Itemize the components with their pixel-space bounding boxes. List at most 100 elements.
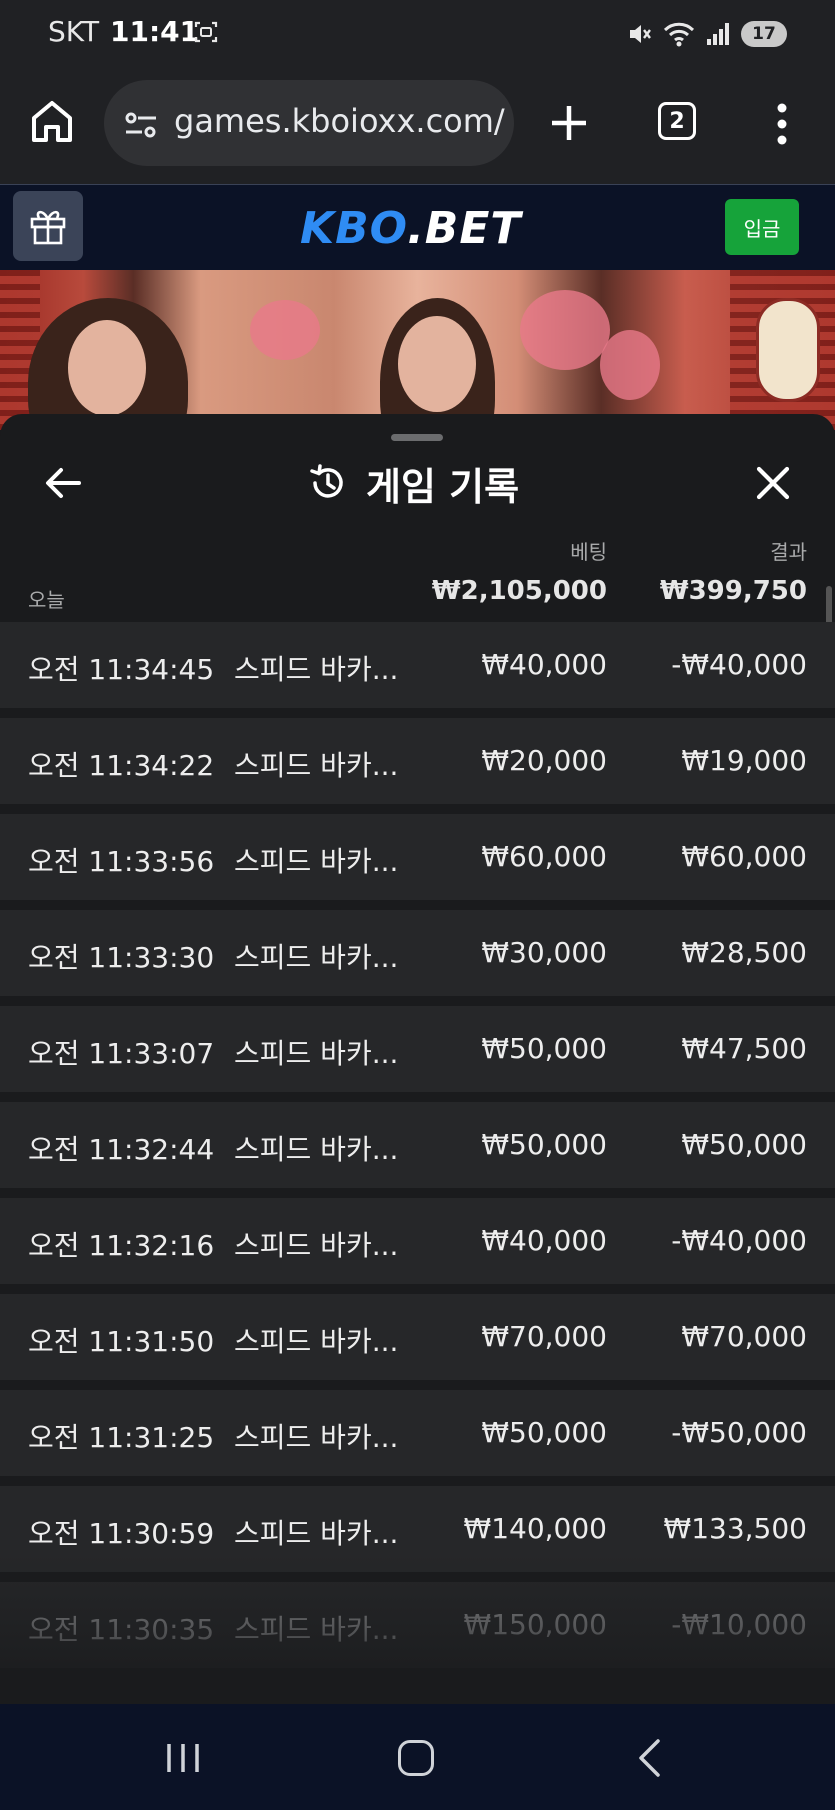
row-bet: ₩70,000 [481,1320,607,1353]
row-result: ₩133,500 [663,1512,807,1545]
history-list: 오전 11:34:45 스피드 바카... ₩40,000 -₩40,000 오… [0,622,835,1678]
history-row[interactable]: 오전 11:32:44 스피드 바카... ₩50,000 ₩50,000 [0,1102,835,1188]
tab-switcher-button[interactable]: 2 [658,102,696,140]
row-time: 오전 11:30:59 [28,1517,215,1550]
row-result: ₩60,000 [681,840,807,873]
screenshot-icon [194,21,218,43]
row-bet: ₩20,000 [481,744,607,777]
site-header: KBO.BET 입금 [0,184,835,271]
decor-blossom [520,290,610,370]
game-history-sheet: 게임 기록 베팅 결과 오늘 ₩2,105,000 ₩399,750 오전 11… [0,414,835,1704]
logo-kbo: KBO [300,203,408,254]
row-time: 오전 11:33:30 [28,941,215,974]
row-result: ₩50,000 [681,1128,807,1161]
row-game: 스피드 바카... [234,1037,399,1070]
mute-icon [630,25,651,43]
decor-lantern [756,298,820,402]
history-row[interactable]: 오전 11:32:16 스피드 바카... ₩40,000 -₩40,000 [0,1198,835,1284]
status-bar: SKT 11:41 17 [0,0,835,70]
back-icon[interactable] [636,1738,662,1778]
history-row[interactable]: 오전 11:30:35 스피드 바카... ₩150,000 -₩10,000 [0,1582,835,1668]
today-label: 오늘 [28,588,65,612]
row-result: -₩10,000 [671,1608,807,1641]
history-row[interactable]: 오전 11:33:56 스피드 바카... ₩60,000 ₩60,000 [0,814,835,900]
result-column-label: 결과 [770,540,807,564]
row-time: 오전 11:33:56 [28,845,215,878]
sheet-title: 게임 기록 [308,458,520,509]
tune-icon[interactable] [124,110,158,140]
live-video [0,270,835,430]
dealer-right-face [398,316,476,412]
total-bet: ₩2,105,000 [431,576,607,606]
row-bet: ₩40,000 [481,648,607,681]
row-game: 스피드 바카... [234,1517,399,1550]
deposit-button[interactable]: 입금 [725,199,799,255]
row-bet: ₩150,000 [463,1608,607,1641]
row-game: 스피드 바카... [234,653,399,686]
row-game: 스피드 바카... [234,1421,399,1454]
row-bet: ₩60,000 [481,840,607,873]
history-row[interactable]: 오전 11:34:45 스피드 바카... ₩40,000 -₩40,000 [0,622,835,708]
row-game: 스피드 바카... [234,1229,399,1262]
row-game: 스피드 바카... [234,845,399,878]
signal-icon [707,23,729,45]
gift-icon [30,210,66,245]
row-result: ₩28,500 [681,936,807,969]
history-row[interactable]: 오전 11:34:22 스피드 바카... ₩20,000 ₩19,000 [0,718,835,804]
more-vert-icon[interactable] [772,100,792,148]
row-result: -₩40,000 [671,1224,807,1257]
recents-icon[interactable] [165,1742,201,1774]
close-icon[interactable] [754,464,792,502]
system-nav-bar [0,1704,835,1810]
row-time: 오전 11:33:07 [28,1037,215,1070]
row-bet: ₩50,000 [481,1128,607,1161]
arrow-left-icon[interactable] [44,464,82,502]
row-result: -₩50,000 [671,1416,807,1449]
row-bet: ₩40,000 [481,1224,607,1257]
row-result: ₩70,000 [681,1320,807,1353]
row-bet: ₩30,000 [481,936,607,969]
wifi-icon [663,22,695,47]
history-row[interactable]: 오전 11:30:59 스피드 바카... ₩140,000 ₩133,500 [0,1486,835,1572]
row-bet: ₩50,000 [481,1416,607,1449]
battery-indicator: 17 [741,21,787,47]
row-time: 오전 11:34:22 [28,749,215,782]
logo-bet: .BET [407,203,522,254]
row-game: 스피드 바카... [234,749,399,782]
row-result: ₩19,000 [681,744,807,777]
bet-column-label: 베팅 [570,540,607,564]
history-icon [310,464,343,498]
gift-button[interactable] [13,191,83,261]
decor-blossom [600,330,660,400]
row-time: 오전 11:32:16 [28,1229,215,1262]
row-game: 스피드 바카... [234,1325,399,1358]
clock: 11:41 [110,15,200,48]
row-result: ₩47,500 [681,1032,807,1065]
row-bet: ₩50,000 [481,1032,607,1065]
row-game: 스피드 바카... [234,1613,399,1646]
history-row[interactable]: 오전 11:33:07 스피드 바카... ₩50,000 ₩47,500 [0,1006,835,1092]
title-text: 게임 기록 [366,464,520,509]
site-logo[interactable]: KBO.BET [300,203,521,254]
row-time: 오전 11:30:35 [28,1613,215,1646]
dealer-left-face [68,320,146,416]
row-game: 스피드 바카... [234,1133,399,1166]
history-row[interactable]: 오전 11:31:50 스피드 바카... ₩70,000 ₩70,000 [0,1294,835,1380]
row-game: 스피드 바카... [234,941,399,974]
url-text[interactable]: games.kboioxx.com/ [174,102,505,140]
home-icon[interactable] [30,98,74,144]
row-result: -₩40,000 [671,648,807,681]
home-nav-icon[interactable] [398,1740,434,1776]
plus-icon[interactable] [546,100,592,146]
history-row[interactable]: 오전 11:31:25 스피드 바카... ₩50,000 -₩50,000 [0,1390,835,1476]
row-time: 오전 11:31:25 [28,1421,215,1454]
row-time: 오전 11:31:50 [28,1325,215,1358]
history-row[interactable]: 오전 11:33:30 스피드 바카... ₩30,000 ₩28,500 [0,910,835,996]
decor-blossom [250,300,320,360]
browser-toolbar: games.kboioxx.com/ 2 [0,70,835,184]
drag-handle[interactable] [391,434,443,441]
row-time: 오전 11:34:45 [28,653,215,686]
carrier-label: SKT [48,15,100,48]
row-bet: ₩140,000 [463,1512,607,1545]
address-bar[interactable]: games.kboioxx.com/ [104,80,514,166]
